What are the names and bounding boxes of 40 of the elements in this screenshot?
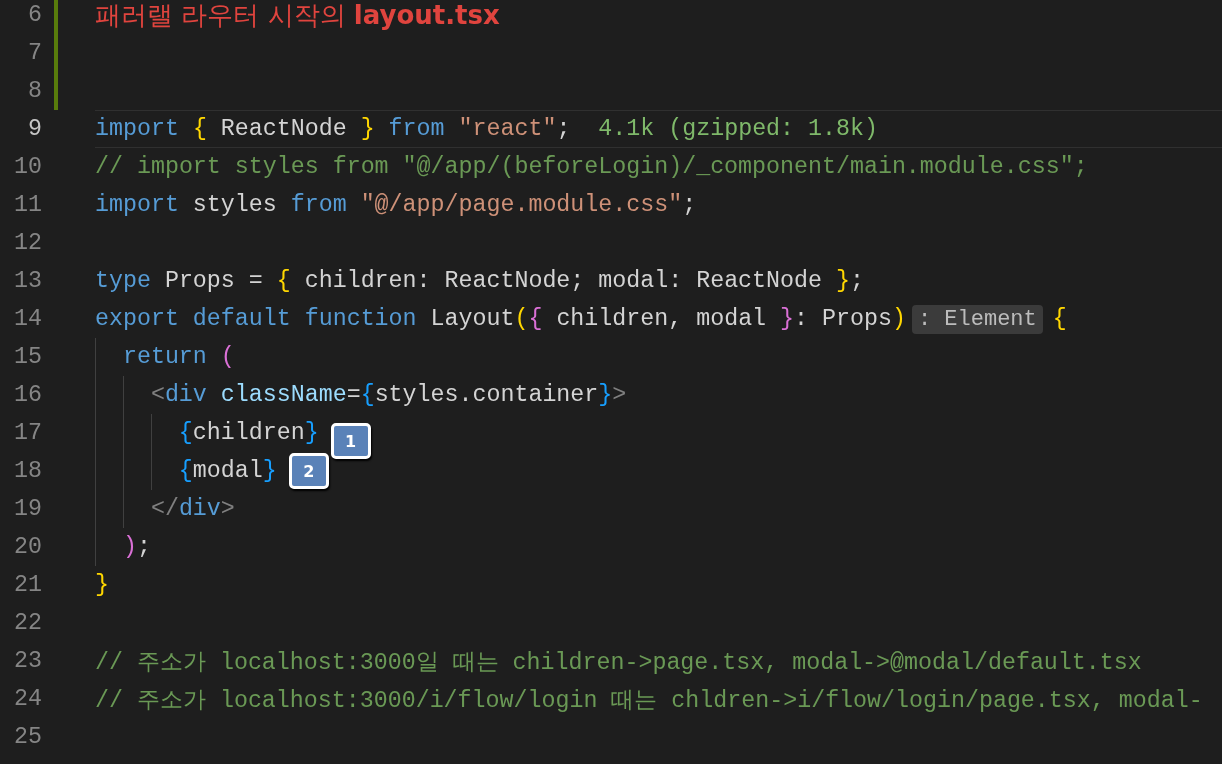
line-number: 12 <box>13 230 42 256</box>
line-number: 11 <box>13 192 42 218</box>
line-number: 23 <box>13 648 42 674</box>
line-number: 6 <box>27 2 42 28</box>
line-number: 25 <box>13 724 42 750</box>
code-text: { <box>1052 306 1067 332</box>
code-text: import styles from "@/app/page.module.css"; <box>95 192 697 218</box>
code-text: ); <box>122 534 151 560</box>
code-text: {modal} <box>178 458 277 484</box>
import-size-hint: 4.1k (gzipped: 1.8k) <box>598 116 878 142</box>
type-hint: : Element <box>911 304 1043 334</box>
line-number: 7 <box>27 40 42 66</box>
line-number: 14 <box>13 306 42 332</box>
line-number: 24 <box>13 686 42 712</box>
line-number: 21 <box>13 572 42 598</box>
line-number: 22 <box>13 610 42 636</box>
code-text: {children} <box>178 420 319 446</box>
code-text: } <box>95 572 109 598</box>
line-number: 19 <box>13 496 42 522</box>
heading-text: 패러랠 라우터 시작의 layout.tsx <box>95 0 500 32</box>
line-number: 16 <box>13 382 42 408</box>
code-text: // 주소가 localhost:3000일 때는 children->page.tsx, modal->@modal/default.tsx <box>95 648 1142 677</box>
number-badge: 1 <box>330 423 371 459</box>
code-text: </div> <box>150 496 235 522</box>
code-text: <div className={styles.container}> <box>150 382 627 408</box>
line-number: 18 <box>13 458 42 484</box>
code-text: export default function Layout({ children, modal }: Props) <box>95 306 906 332</box>
code-text: // 주소가 localhost:3000/i/flow/login 때는 chldren->i/flow/login/page.tsx, modal- <box>95 686 1203 715</box>
line-number: 17 <box>13 420 42 446</box>
line-number: 8 <box>27 78 42 104</box>
line-number: 13 <box>13 268 42 294</box>
code-text: type Props = { children: ReactNode; modal: ReactNode }; <box>95 268 864 294</box>
number-badge: 2 <box>288 453 329 489</box>
code-text: return ( <box>122 344 235 370</box>
code-text: import { ReactNode } from "react"; <box>95 116 571 142</box>
code-text: // import styles from "@/app/(beforeLogin)/_component/main.module.css"; <box>95 154 1088 180</box>
line-number: 9 <box>27 116 42 142</box>
line-number: 10 <box>13 154 42 180</box>
line-number: 15 <box>13 344 42 370</box>
line-number: 20 <box>13 534 42 560</box>
